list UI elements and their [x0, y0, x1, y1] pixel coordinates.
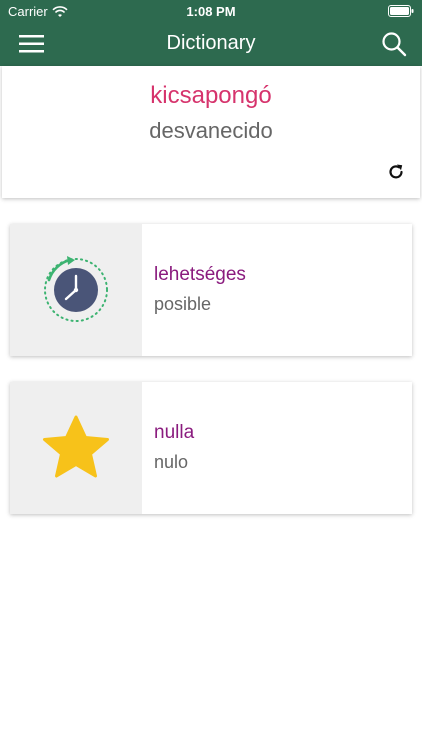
star-icon: [43, 415, 109, 478]
history-card[interactable]: lehetséges posible: [10, 224, 412, 356]
favorites-text-area: nulla nulo: [142, 382, 412, 514]
refresh-button[interactable]: [386, 162, 406, 182]
search-icon: [382, 32, 407, 57]
history-meaning: posible: [154, 294, 212, 314]
nav-bar: Dictionary: [0, 22, 422, 66]
favorite-meaning: nulo: [154, 452, 189, 472]
favorite-term: nulla: [154, 422, 195, 443]
app-header: Carrier 1:08 PM Dictionary: [0, 0, 422, 66]
history-term: lehetséges: [154, 264, 246, 285]
history-clock-icon: [44, 256, 108, 322]
refresh-icon: [389, 164, 403, 179]
status-time: 1:08 PM: [186, 4, 236, 19]
favorites-icon-area: [10, 382, 142, 514]
page-title: Dictionary: [166, 32, 256, 54]
history-icon-area: [10, 224, 142, 356]
spanish-translation: desvanecido: [149, 118, 273, 143]
search-button[interactable]: [380, 30, 408, 58]
battery-icon: [388, 5, 414, 17]
history-text-area: lehetséges posible: [142, 224, 412, 356]
status-bar: Carrier 1:08 PM: [0, 0, 422, 22]
favorites-card[interactable]: nulla nulo: [10, 382, 412, 514]
word-of-the-day-card: kicsapongó desvanecido: [2, 66, 420, 198]
hungarian-word: kicsapongó: [150, 82, 272, 109]
